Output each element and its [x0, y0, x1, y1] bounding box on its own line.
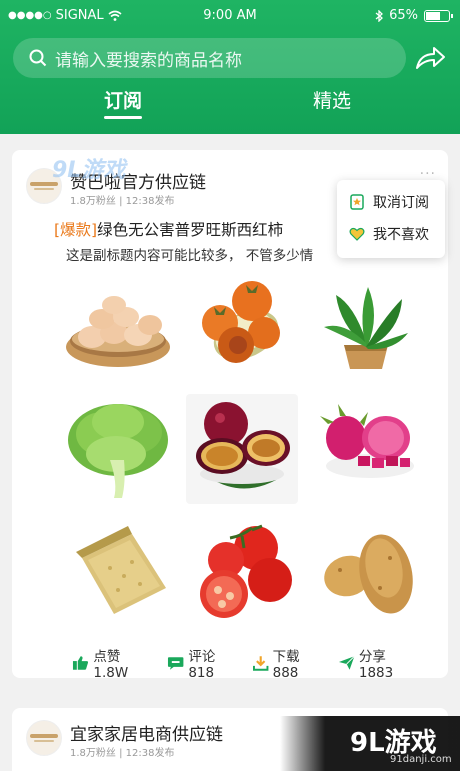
post-title[interactable]: [爆款]绿色无公害普罗旺斯西红柿: [54, 218, 283, 240]
product-image-potatoes[interactable]: [310, 518, 422, 628]
battery-percent: 65%: [389, 8, 418, 23]
tab-featured-label: 精选: [313, 90, 352, 112]
bluetooth-icon: [375, 9, 384, 22]
search-icon: [29, 49, 47, 67]
menu-item-dislike[interactable]: 我不喜欢: [349, 224, 429, 244]
product-image-millet[interactable]: [62, 518, 174, 628]
product-image-spinach[interactable]: [310, 270, 422, 380]
dislike-icon: [349, 227, 365, 241]
shop-logo-icon: [30, 734, 58, 742]
thumbs-up-icon: [72, 656, 89, 670]
status-bar: ●●●●○ SIGNAL 9:00 AM 65%: [0, 0, 460, 30]
tab-subscribe-label: 订阅: [104, 90, 143, 112]
menu-item-unsubscribe[interactable]: 取消订阅: [349, 192, 429, 212]
like-count: 点赞1.8W: [93, 649, 129, 681]
share-count: 分享1883: [358, 649, 394, 681]
product-image-passion-fruit[interactable]: [186, 394, 298, 504]
watermark-top: 9L游戏: [52, 158, 126, 183]
post-options-menu: 取消订阅 我不喜欢: [337, 180, 445, 258]
active-tab-indicator: [104, 116, 143, 119]
post-title-tag: [爆款]: [54, 221, 98, 239]
product-image-dragon-fruit[interactable]: [310, 394, 422, 504]
post-title-text: 绿色无公害普罗旺斯西红柿: [97, 221, 284, 239]
comment-button[interactable]: 评论818: [167, 645, 239, 681]
unsubscribe-icon: [350, 194, 364, 210]
watermark-bottom: 9L游戏 91danji.com: [280, 716, 460, 771]
comment-count: 评论818: [188, 649, 216, 681]
tab-bar: 订阅 精选: [0, 86, 460, 126]
product-image-persimmons[interactable]: [186, 270, 298, 380]
download-button[interactable]: 下载888: [253, 645, 323, 681]
share-icon: [338, 655, 355, 670]
search-input[interactable]: 请输入要搜索的商品名称: [13, 38, 406, 78]
download-count: 下载888: [272, 649, 300, 681]
product-image-tomatoes[interactable]: [186, 518, 298, 628]
like-button[interactable]: 点赞1.8W: [72, 645, 153, 681]
menu-item-unsubscribe-label: 取消订阅: [373, 195, 429, 211]
post-subtitle: 这是副标题内容可能比较多， 不管多少情: [66, 248, 314, 264]
product-image-lettuce[interactable]: [62, 394, 174, 504]
shop-name[interactable]: 宜家家居电商供应链: [70, 720, 223, 745]
download-icon: [253, 656, 269, 671]
post-actions: 点赞1.8W 评论818 下载888 分享1883: [72, 645, 432, 681]
comment-icon: [167, 657, 184, 670]
app-header: ●●●●○ SIGNAL 9:00 AM 65% 请输入要搜索的商品名称 订阅 …: [0, 0, 460, 134]
search-placeholder: 请输入要搜索的商品名称: [55, 50, 242, 71]
avatar[interactable]: [26, 720, 62, 756]
tab-subscribe[interactable]: 订阅: [104, 86, 143, 119]
watermark-url: 91danji.com: [390, 754, 452, 765]
shop-meta: 1.8万粉丝 | 12:38发布: [70, 748, 175, 759]
share-icon[interactable]: [414, 44, 446, 72]
shop-meta: 1.8万粉丝 | 12:38发布: [70, 196, 175, 207]
product-image-grid: [62, 270, 422, 620]
product-image-eggs[interactable]: [62, 270, 174, 380]
share-button[interactable]: 分享1883: [338, 645, 419, 681]
tab-featured[interactable]: 精选: [313, 86, 351, 113]
menu-item-dislike-label: 我不喜欢: [373, 227, 429, 243]
battery-icon: [424, 9, 453, 22]
